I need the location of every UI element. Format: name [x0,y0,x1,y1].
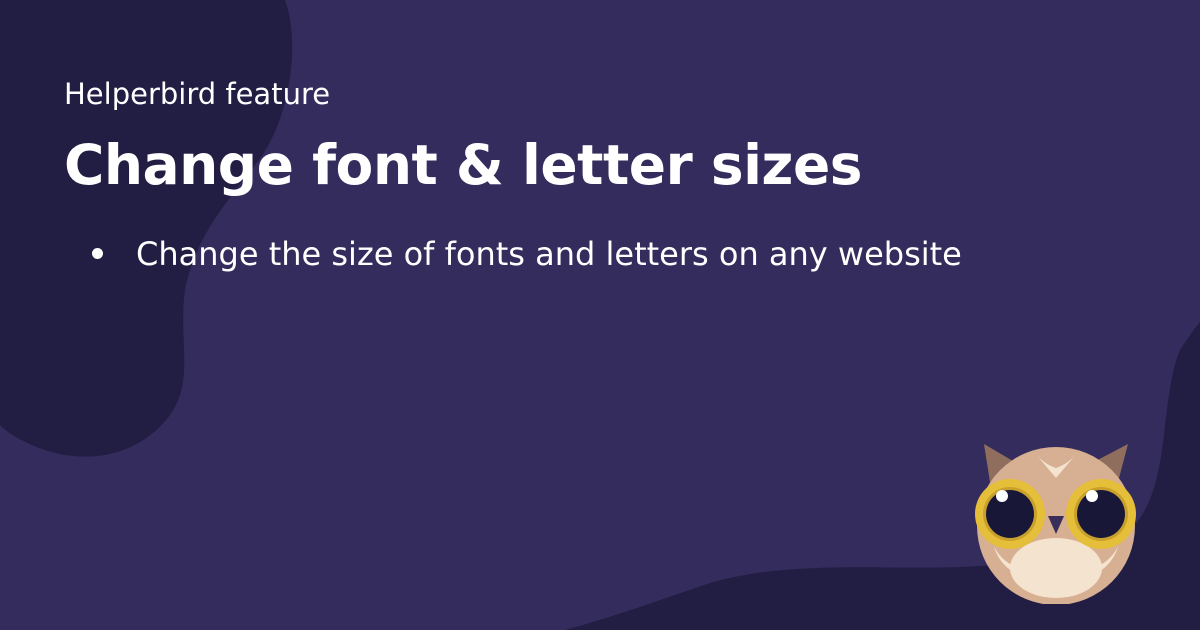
owl-left-eye-glint [996,490,1008,502]
top-left-blob [0,0,293,457]
bullet-icon [92,248,103,259]
owl-icon [975,444,1136,604]
feature-list-item: Change the size of fonts and letters on … [84,232,962,276]
owl-right-eye-glint [1086,490,1098,502]
feature-list: Change the size of fonts and letters on … [84,232,962,276]
owl-left-pupil [986,490,1034,538]
owl-right-pupil [1077,490,1125,538]
owl-lower-face [1010,538,1102,598]
feature-text: Change the size of fonts and letters on … [136,235,962,273]
page-title: Change font & letter sizes [64,133,862,197]
feature-eyebrow: Helperbird feature [64,77,331,111]
